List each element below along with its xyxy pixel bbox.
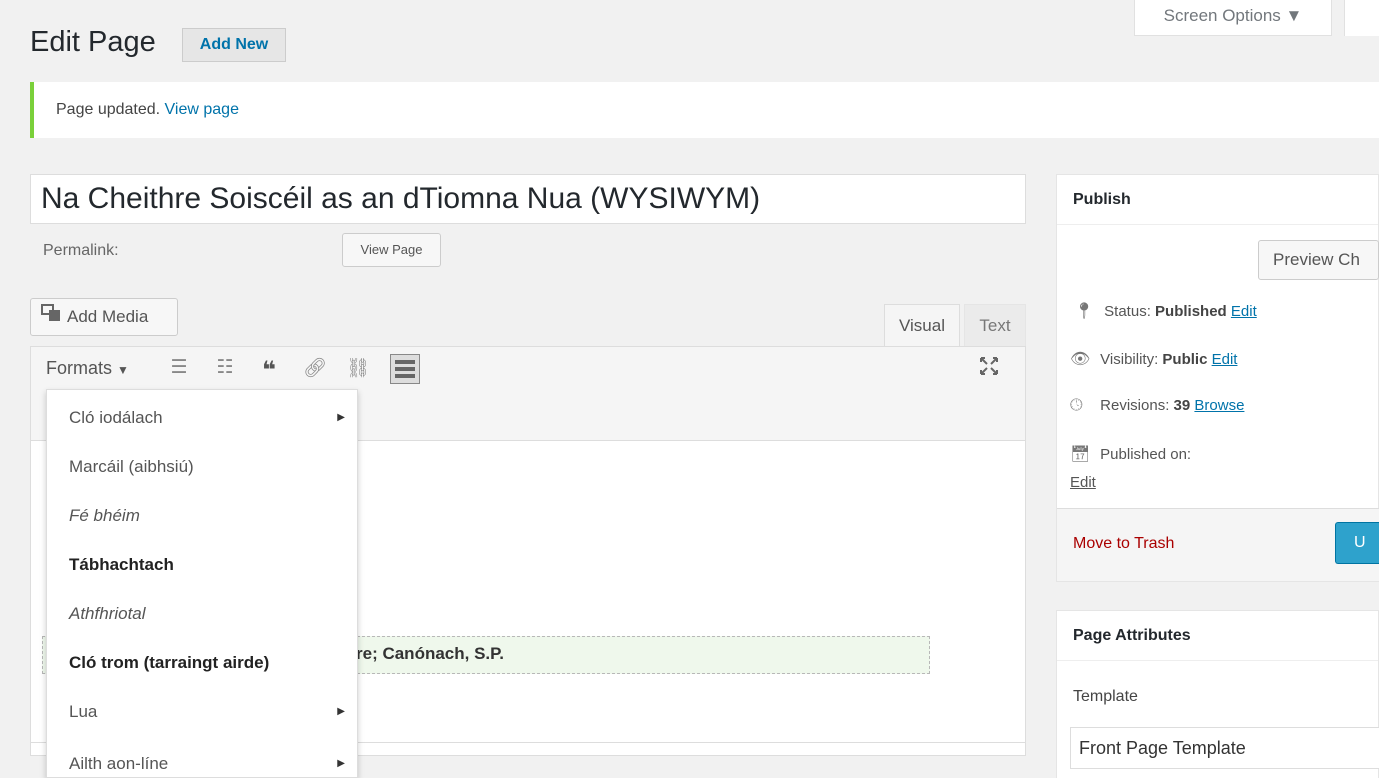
formats-dropdown[interactable]: Formats ▼ [46,358,129,379]
preview-changes-button[interactable]: Preview Ch [1258,240,1379,280]
status-edit-link[interactable]: Edit [1231,303,1257,320]
help-tab[interactable] [1344,0,1379,36]
menu-item-athfhriotal[interactable]: Athfhriotal [47,590,357,638]
post-title-input[interactable]: Na Cheithre Soiscéil as an dTiomna Nua (… [30,174,1026,224]
move-to-trash-link[interactable]: Move to Trash [1073,535,1174,553]
menu-item-label: Fé bhéim [69,506,140,525]
clock-icon: 🕓︎ [1070,397,1083,414]
link-icon[interactable]: 🔗︎ [302,356,328,380]
revisions-row: 🕓︎ Revisions: 39 Browse [1070,397,1244,415]
menu-item-label: Lua [69,702,98,721]
blockquote-icon[interactable]: ❝ [256,356,282,385]
tab-visual[interactable]: Visual [884,304,960,346]
add-media-button[interactable]: Add Media [30,298,178,336]
pin-icon: 📍︎ [1074,303,1095,320]
eye-icon: 👁︎ [1070,351,1091,368]
published-on-edit-link[interactable]: Edit [1070,474,1096,491]
visibility-value: Public [1162,351,1208,368]
visibility-label: Visibility: [1100,351,1159,368]
numbered-list-icon[interactable]: ☷ [212,356,238,379]
menu-item-label: Marcáil (aibhsiú) [69,457,194,476]
status-label: Status: [1104,303,1151,320]
updated-notice: Page updated. View page [30,82,1379,138]
notice-text: Page updated. [56,101,161,118]
template-label: Template [1073,688,1138,705]
media-icon [41,299,61,335]
fullscreen-icon[interactable] [978,355,1000,383]
view-page-link[interactable]: View page [165,101,239,118]
menu-item-label: Athfhriotal [69,604,146,623]
menu-item-fe-bheim[interactable]: Fé bhéim [47,492,357,540]
status-row: 📍︎ Status: Published Edit [1074,301,1257,321]
chevron-down-icon: ▼ [117,363,129,377]
tab-text[interactable]: Text [964,304,1026,346]
update-button[interactable]: U [1335,522,1379,564]
page-attributes-title: Page Attributes [1057,611,1378,661]
published-on-label: Published on: [1100,446,1192,463]
toolbar-toggle-icon[interactable] [390,354,420,384]
permalink-label: Permalink: [43,242,119,259]
screen-options-button[interactable]: Screen Options ▼ [1134,0,1332,36]
published-on-row: 📅︎ Published on: [1070,444,1191,464]
revisions-label: Revisions: [1100,397,1170,414]
chevron-right-icon: ▶ [337,706,345,717]
unlink-icon[interactable]: ⛓︎ [345,356,371,380]
menu-item-lua[interactable]: Lua ▶ [47,688,357,736]
revisions-browse-link[interactable]: Browse [1194,397,1244,414]
add-new-button[interactable]: Add New [182,28,286,62]
menu-item-label: Cló iodálach [69,408,163,427]
menu-item-ailth-aon-line[interactable]: Ailth aon-líne ▶ [47,740,357,778]
chevron-right-icon: ▶ [337,412,345,423]
menu-item-tabhachtach[interactable]: Tábhachtach [47,541,357,589]
menu-item-clo-iodalach[interactable]: Cló iodálach ▶ [47,394,357,442]
revisions-value: 39 [1173,397,1191,414]
menu-item-clo-trom[interactable]: Cló trom (tarraingt airde) [47,639,357,687]
menu-item-marcail[interactable]: Marcáil (aibhsiú) [47,443,357,491]
menu-item-label: Tábhachtach [69,555,174,574]
add-media-label: Add Media [67,307,149,326]
page-title: Edit Page [30,26,156,58]
bullet-list-icon[interactable]: ☰ [166,356,192,379]
visibility-edit-link[interactable]: Edit [1212,351,1238,368]
status-value: Published [1155,303,1227,320]
publish-title: Publish [1057,175,1378,225]
chevron-right-icon: ▶ [337,758,345,769]
view-page-button[interactable]: View Page [342,233,441,267]
visibility-row: 👁︎ Visibility: Public Edit [1070,349,1237,369]
formats-label: Formats [46,358,113,378]
template-select[interactable]: Front Page Template [1070,727,1379,769]
calendar-icon: 📅︎ [1070,446,1091,463]
highlighted-text: re; Canónach, S.P. [356,644,505,663]
formats-menu: Cló iodálach ▶ Marcáil (aibhsiú) Fé bhéi… [46,389,358,778]
menu-item-label: Ailth aon-líne [69,754,169,773]
menu-item-label: Cló trom (tarraingt airde) [69,653,270,672]
